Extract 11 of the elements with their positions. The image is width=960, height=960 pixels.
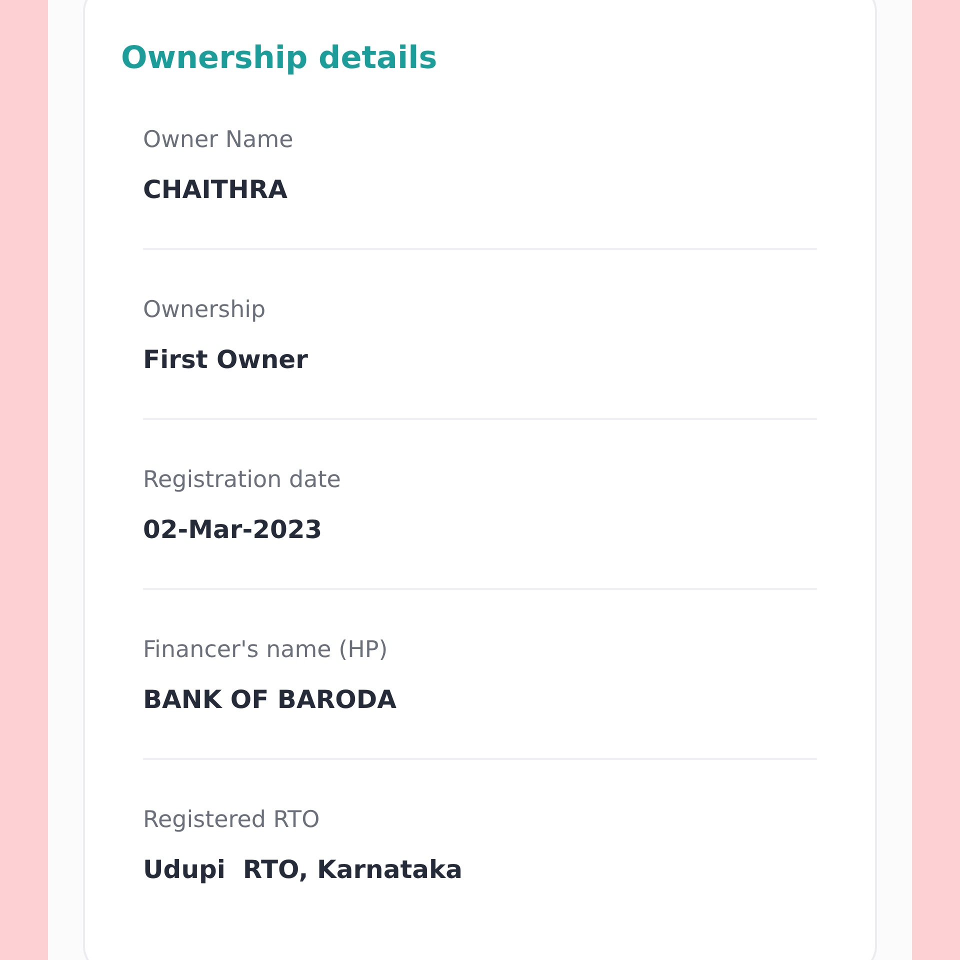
field-value: CHAITHRA <box>143 174 288 206</box>
field-label: Registered RTO <box>143 806 321 835</box>
field-label: Ownership <box>143 296 267 325</box>
field-value: 02-Mar-2023 <box>143 514 324 546</box>
field-label: Registration date <box>143 466 342 495</box>
field-value: First Owner <box>143 344 309 376</box>
field-label: Financer's name (HP) <box>143 636 389 665</box>
field-label: Owner Name <box>143 126 294 155</box>
field-value: BANK OF BARODA <box>143 684 398 716</box>
field-value: Udupi RTO, Karnataka <box>143 854 464 886</box>
card-title: Ownership details <box>121 40 438 76</box>
